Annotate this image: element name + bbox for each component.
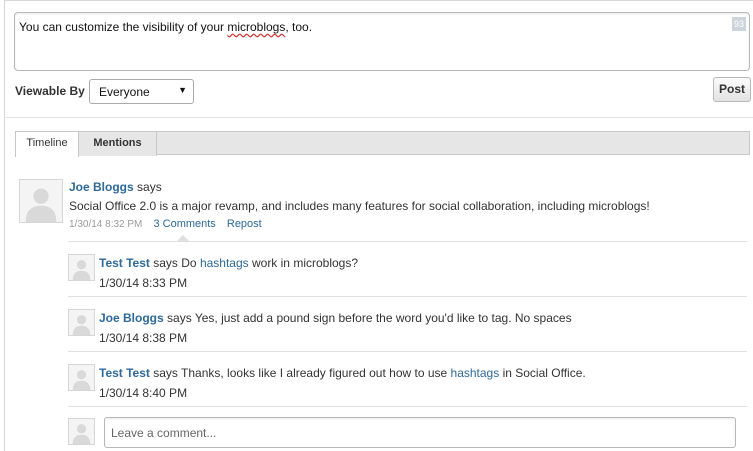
comments-link[interactable]: 3 Comments [153, 218, 215, 230]
comment-divider [68, 296, 747, 297]
comments-divider [68, 241, 747, 242]
entry-message: Social Office 2.0 is a major revamp, and… [69, 199, 650, 213]
comment-text-tail: in Social Office. [499, 366, 586, 380]
comment-divider [68, 351, 747, 352]
comment-timestamp: 1/30/14 8:38 PM [99, 331, 188, 345]
microblog-composer[interactable]: You can customize the visibility of your… [14, 12, 750, 71]
comment-divider [68, 406, 747, 407]
hashtag-link[interactable]: hashtags [451, 366, 500, 380]
comment-timestamp: 1/30/14 8:33 PM [99, 276, 188, 290]
frame-border-left [4, 0, 5, 451]
tab-timeline[interactable]: Timeline [15, 131, 79, 157]
post-button[interactable]: Post [713, 77, 751, 102]
composer-text: You can customize the visibility of your… [19, 20, 313, 34]
viewable-by-select[interactable]: Everyone ▼ [89, 79, 194, 104]
tabs-bar: Timeline Mentions [15, 131, 750, 157]
comment-text: says Do [153, 256, 200, 270]
comment-text: says Yes, just add a pound sign before t… [167, 311, 572, 325]
entry-verb: says [137, 180, 162, 194]
hashtag-link[interactable]: hashtags [200, 256, 249, 270]
frame-border-top [4, 0, 753, 1]
comment-author-link[interactable]: Joe Bloggs [99, 311, 164, 325]
comment-line: Joe Bloggs says Yes, just add a pound si… [99, 311, 572, 325]
misspelled-word: microblogs [227, 20, 286, 34]
comment-line: Test Test says Do hashtags work in micro… [99, 256, 358, 270]
comment-line: Test Test says Thanks, looks like I alre… [99, 366, 586, 380]
caret-down-icon: ▼ [178, 85, 187, 95]
viewable-by-selected-value: Everyone [99, 85, 150, 99]
leave-comment-input[interactable] [104, 417, 736, 448]
tab-mentions[interactable]: Mentions [79, 131, 157, 156]
default-user-avatar-icon [68, 418, 95, 445]
comment-author-link[interactable]: Test Test [99, 366, 150, 380]
default-user-avatar-icon[interactable] [68, 309, 95, 336]
entry-actions: 1/30/14 8:32 PM 3 Comments Repost [69, 218, 270, 230]
comment-text-tail: work in microblogs? [248, 256, 359, 270]
section-divider [4, 117, 753, 118]
default-user-avatar-icon[interactable] [68, 364, 95, 391]
default-user-avatar-icon[interactable] [19, 179, 63, 223]
default-user-avatar-icon[interactable] [68, 254, 95, 281]
entry-header: Joe Bloggs says [69, 180, 162, 194]
character-count-badge: 93 [732, 17, 746, 31]
entry-timestamp: 1/30/14 8:32 PM [69, 219, 143, 230]
comment-author-link[interactable]: Test Test [99, 256, 150, 270]
viewable-by-label: Viewable By [15, 84, 85, 98]
entry-author-link[interactable]: Joe Bloggs [69, 180, 134, 194]
repost-link[interactable]: Repost [227, 218, 262, 230]
comment-text: says Thanks, looks like I already figure… [153, 366, 451, 380]
comment-timestamp: 1/30/14 8:40 PM [99, 386, 188, 400]
